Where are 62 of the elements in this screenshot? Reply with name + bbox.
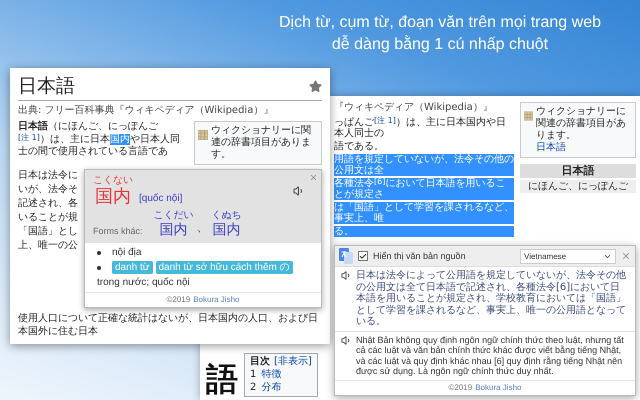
- checkbox[interactable]: [358, 251, 368, 261]
- separator-text: 、: [196, 219, 209, 236]
- wiktionary-link[interactable]: 日本語: [536, 142, 632, 154]
- word-type-tag: danh từ sở hữu cách thêm の: [156, 261, 293, 274]
- highlighted-text: る。: [334, 226, 514, 237]
- furigana-text: こくない: [93, 175, 133, 186]
- toc-link[interactable]: 分布: [261, 382, 282, 394]
- article-text: 上、唯一の公: [18, 239, 79, 253]
- highlighted-text: 各種法令$^{[6]}$において日本語を用いることが規定さ: [334, 178, 514, 200]
- form-word: 国内: [212, 221, 241, 238]
- close-icon[interactable]: [621, 251, 631, 261]
- headline-text: Dịch từ, cụm từ, đoạn văn trên mọi trang web: [278, 13, 601, 33]
- furigana-text: くぬち: [212, 210, 242, 221]
- reading-text: [quốc nội]: [139, 193, 182, 204]
- translation-paragraph: Nhật Bản không quy định ngôn ngữ chính thức theo luật, nhưng tất cả các luật và văn bản chính thức khác được viết bằng tiếng Nhật, và các luật và quy định khác nhau [6] quy định rằng tiếng Nhật nên được sử dụng. Là ngôn ngữ chính thức duy nhất.: [356, 334, 625, 376]
- language-select[interactable]: Vietnamese: [520, 248, 616, 264]
- article-text: 記述され、各: [18, 197, 79, 211]
- speaker-icon[interactable]: [293, 185, 305, 197]
- infobox-reading: にほんご、にっぽんご: [520, 180, 636, 193]
- footer-link[interactable]: Bokura Jisho: [475, 382, 522, 394]
- form-word: 国内: [160, 221, 188, 238]
- speaker-icon[interactable]: [341, 270, 352, 281]
- word-type-tag: danh từ: [112, 261, 152, 274]
- meaning-text: nội địa: [112, 247, 142, 258]
- toc-title: 目次: [250, 356, 270, 368]
- checkbox-label: Hiển thị văn bản nguồn: [373, 251, 466, 261]
- article-text: 使用人口について正確な統計はないが、日本国内の人口、および日本国外に住む日本: [18, 312, 319, 338]
- meaning-text: trong nước; quốc nội: [97, 277, 190, 288]
- article-text: 日本は法令に: [18, 169, 79, 183]
- headword: 国内: [95, 186, 131, 207]
- toc-number: 1: [250, 369, 256, 381]
- headline-text: dễ dàng bằng 1 cú nhấp chuột: [332, 34, 548, 55]
- intro-paragraph: 日本語（にほんご、にっぽんご$^{[注 1]}$）は、主に日本国内や日本人同士の間で使用されている言語であ: [18, 121, 181, 158]
- article-text: いが、法令そ: [18, 183, 79, 197]
- wiktionary-text: ウィクショナリーに関連の辞書項目があります。: [210, 125, 312, 161]
- article-text: っぱんご$^{[注 1]}$）は、主に日本国内や日本人同士の: [334, 117, 507, 139]
- translate-icon[interactable]: [339, 248, 353, 264]
- highlighted-text: は「国語」として学習を課されるなど、事実上、唯: [334, 202, 514, 224]
- toc-toggle-link[interactable]: [非表示]: [274, 356, 312, 368]
- close-icon[interactable]: [309, 173, 318, 182]
- calligraphy-character: 語: [206, 361, 238, 397]
- wiktionary-text: ウィクショナリーに関連の辞書項目があります。: [536, 106, 627, 142]
- toc-number: 2: [250, 382, 256, 394]
- highlighted-text: 用語を規定していないが、法令その他の公用文は全: [334, 154, 514, 176]
- bullet-icon: [97, 250, 101, 254]
- footer-link[interactable]: Bokura Jisho: [193, 294, 240, 306]
- speaker-icon[interactable]: [341, 334, 352, 346]
- source-text: 出典: フリー百科事典『ウィキペディア（Wikipedia）』: [18, 105, 274, 117]
- bullet-icon: [97, 266, 101, 270]
- copyright-text: ©2019: [166, 294, 190, 306]
- article-text: 語である。: [334, 141, 385, 152]
- copyright-text: ©2019: [448, 382, 472, 394]
- infobox-title: 日本語: [520, 164, 636, 178]
- furigana-text: こくだい: [154, 210, 194, 221]
- forms-label: Forms khác:: [93, 226, 143, 236]
- source-text: 『ウィキペディア（Wikipedia）』: [334, 102, 494, 113]
- toc-link[interactable]: 特徴: [261, 369, 282, 381]
- article-text: いることが規: [18, 211, 79, 225]
- source-paragraph: 日本は法令によって公用語を規定していないが、法令その他の公用文は全て日本語で記述され、各種法令[6]において日本語を用いることが規定され、学校教育においては「国語」として学習を課されるなど、事実上、唯一の公用語となっている。: [356, 270, 627, 328]
- article-text: 「国語」とし: [18, 225, 79, 239]
- star-icon[interactable]: [309, 80, 322, 92]
- page-title: 日本語: [18, 74, 75, 98]
